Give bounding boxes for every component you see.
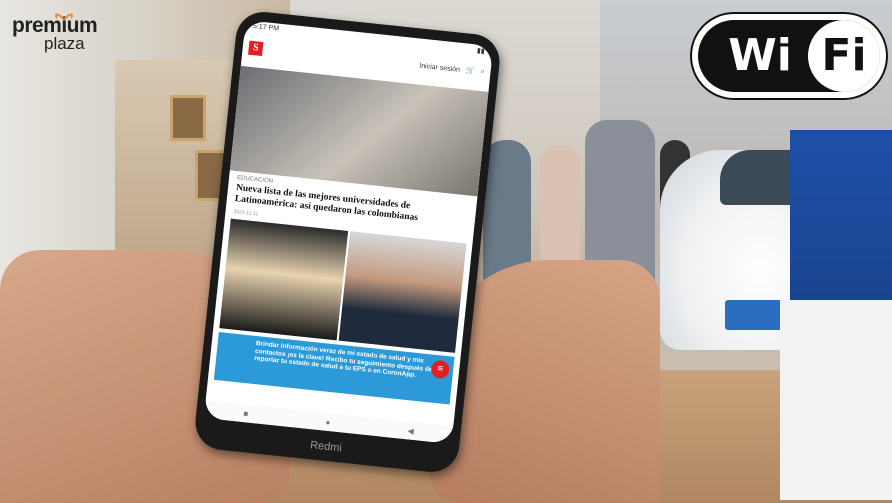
- battery-icon: ▮▮: [476, 47, 485, 56]
- recent-apps-icon[interactable]: ■: [243, 409, 249, 418]
- photo-woman: [219, 218, 348, 341]
- phone-screen: 5:17 PM ▮▮ S Iniciar sesión 🛒 ⌕ EDUCACIÓ…: [203, 20, 494, 444]
- gift-bow-icon: [55, 13, 73, 21]
- photo-scene: 5:17 PM ▮▮ S Iniciar sesión 🛒 ⌕ EDUCACIÓ…: [0, 0, 892, 503]
- smartphone: 5:17 PM ▮▮ S Iniciar sesión 🛒 ⌕ EDUCACIÓ…: [192, 9, 503, 475]
- site-logo[interactable]: S: [248, 40, 264, 57]
- photo-man: [338, 231, 467, 353]
- logo-line2: plaza: [44, 34, 85, 53]
- back-icon[interactable]: ◀: [407, 426, 414, 436]
- wifi-text-left: Wi: [698, 20, 822, 92]
- premium-plaza-logo: premium plaza: [12, 14, 122, 74]
- frame-decoration: [170, 95, 206, 141]
- search-icon[interactable]: ⌕: [480, 68, 485, 76]
- cart-icon[interactable]: 🛒: [466, 66, 476, 75]
- home-icon[interactable]: ●: [325, 417, 331, 426]
- status-time: 5:17 PM: [252, 22, 280, 33]
- car-plate: [725, 300, 785, 330]
- wifi-badge: Wi Fi: [690, 12, 888, 100]
- login-link[interactable]: Iniciar sesión: [419, 62, 460, 73]
- wifi-text-right: Fi: [808, 20, 880, 92]
- kiosk-base: [780, 300, 892, 500]
